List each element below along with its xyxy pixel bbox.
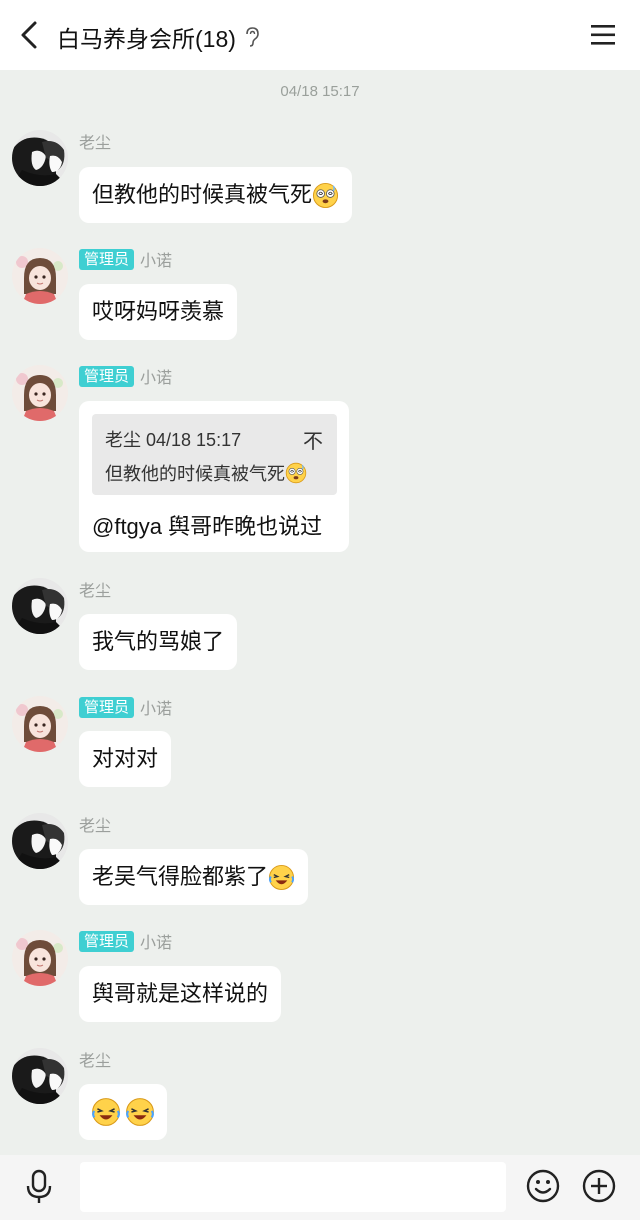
chat-header: 白马养身会所(18) [0, 0, 640, 70]
menu-icon [591, 25, 615, 45]
back-button[interactable] [14, 18, 44, 52]
avatar[interactable] [12, 930, 68, 986]
voice-button[interactable] [22, 1169, 56, 1205]
dizzy-face-emoji [312, 182, 339, 209]
admin-badge: 管理员 [79, 365, 135, 387]
laughing-tears-emoji [91, 1097, 121, 1127]
microphone-icon [26, 1169, 52, 1203]
message-bubble[interactable]: 对对对 [79, 731, 172, 787]
quoted-header: 老尘 04/18 15:17 [105, 430, 242, 450]
message-text: 老吴气得脸都紫了 [92, 864, 269, 889]
message-bubble[interactable]: 哎呀妈呀羡慕 [79, 284, 238, 340]
message-text: 哎呀妈呀羡慕 [92, 299, 225, 324]
sender-name: 小诺 [140, 935, 173, 952]
message-text: @ftgya 舆哥昨晚也说过 [92, 514, 323, 539]
message-text: 但教他的时候真被气死 [92, 182, 313, 207]
admin-badge: 管理员 [79, 248, 135, 270]
quoted-message[interactable]: 老尘 04/18 15:17 不 但教他的时候真被气死 [92, 414, 337, 495]
message-bubble[interactable] [79, 1084, 167, 1140]
plus-circle-icon [582, 1169, 616, 1203]
message-bubble[interactable]: 但教他的时候真被气死 [79, 167, 353, 223]
sender-name: 老尘 [79, 583, 112, 600]
quoted-text: 但教他的时候真被气死 [105, 464, 285, 484]
chat-title: 白马养身会所(18) [57, 20, 260, 54]
message-text: 对对对 [92, 746, 159, 771]
avatar[interactable] [12, 696, 68, 752]
message-bubble[interactable]: 老尘 04/18 15:17 不 但教他的时候真被气死 @ftgya 舆哥昨晚也… [79, 401, 349, 552]
message-text: 舆哥就是这样说的 [92, 981, 269, 1006]
message-bubble[interactable]: 舆哥就是这样说的 [79, 966, 282, 1022]
emoji-button[interactable] [526, 1169, 560, 1203]
sender-name: 老尘 [79, 1053, 112, 1070]
quote-pin-icon: 不 [303, 431, 323, 453]
avatar[interactable] [12, 248, 68, 304]
group-name: 白马养身会所(18) [57, 26, 236, 52]
avatar[interactable] [12, 578, 68, 634]
laughing-tears-emoji [125, 1097, 155, 1127]
avatar[interactable] [12, 1048, 68, 1104]
sender-name: 小诺 [140, 370, 173, 387]
admin-badge: 管理员 [79, 930, 135, 952]
avatar[interactable] [12, 813, 68, 869]
more-button[interactable] [582, 1169, 616, 1203]
message-bubble[interactable]: 我气的骂娘了 [79, 614, 238, 670]
message-input[interactable] [80, 1162, 506, 1212]
sender-name: 小诺 [140, 701, 173, 718]
sender-name: 老尘 [79, 135, 112, 152]
quoted-text-row: 但教他的时候真被气死 [105, 460, 307, 486]
laughing-tears-emoji [268, 864, 295, 891]
sender-name: 老尘 [79, 818, 112, 835]
menu-button[interactable] [590, 23, 616, 47]
admin-badge: 管理员 [79, 696, 135, 718]
chevron-left-icon [21, 21, 37, 49]
message-bubble[interactable]: 老吴气得脸都紫了 [79, 849, 309, 905]
message-timestamp: 04/18 15:17 [280, 83, 360, 100]
dizzy-face-emoji [285, 462, 307, 484]
avatar[interactable] [12, 130, 68, 186]
message-text: 我气的骂娘了 [92, 629, 225, 654]
smiley-icon [526, 1169, 560, 1203]
sender-name: 小诺 [140, 253, 173, 270]
input-bar [0, 1155, 640, 1220]
avatar[interactable] [12, 365, 68, 421]
ear-icon [244, 26, 260, 48]
